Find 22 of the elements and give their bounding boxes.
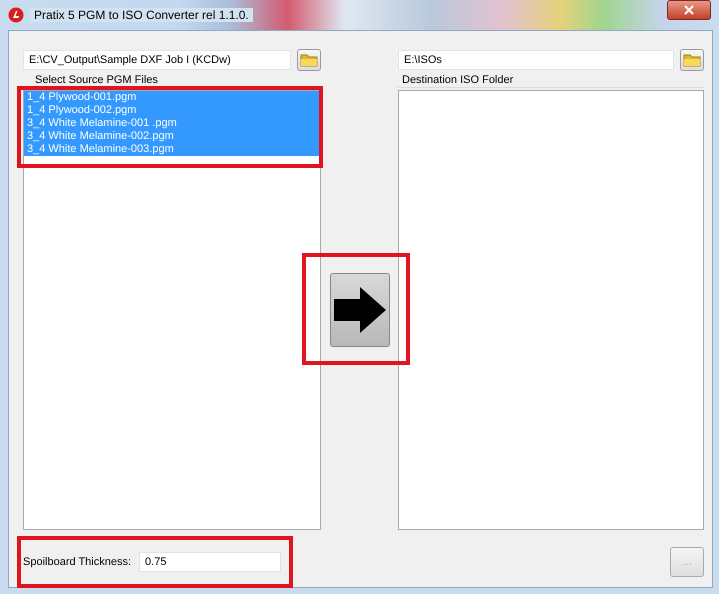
window-title: Pratix 5 PGM to ISO Converter rel 1.1.0. <box>30 8 253 22</box>
browse-button[interactable] <box>680 49 704 71</box>
destination-path-field[interactable]: E:\ISOs <box>398 50 674 70</box>
thickness-label: Spoilboard Thickness: <box>23 556 132 568</box>
group-label: Destination ISO Folder <box>401 74 514 86</box>
file-list-item[interactable]: 3_4 White Melamine-003.pgm <box>24 143 320 156</box>
folder-icon <box>300 53 318 67</box>
folder-icon <box>683 53 701 67</box>
file-list[interactable]: 1_4 Plywood-001.pgm 1_4 Plywood-002.pgm 3_4 White Melamine-001 .pgm 3_4 White Melamine-002.pgm 3_4 White Melamine-003.pgm <box>23 90 321 530</box>
app-logo-icon <box>8 7 24 23</box>
group-label: Select Source PGM Files <box>34 74 158 86</box>
file-list-item[interactable]: 3_4 White Melamine-001 .pgm <box>24 117 320 130</box>
right-arrow-icon <box>332 285 388 335</box>
convert-button[interactable] <box>330 273 390 347</box>
file-list-item[interactable]: 1_4 Plywood-001.pgm <box>24 91 320 104</box>
file-list-item[interactable]: 3_4 White Melamine-002.pgm <box>24 130 320 143</box>
browse-button[interactable] <box>297 49 321 71</box>
close-button[interactable] <box>667 0 711 20</box>
source-path-field[interactable]: E:\CV_Output\Sample DXF Job I (KCDw) <box>23 50 291 70</box>
thickness-field[interactable]: 0.75 <box>139 552 282 572</box>
close-icon <box>684 5 694 15</box>
file-list-item[interactable]: 1_4 Plywood-002.pgm <box>24 104 320 117</box>
